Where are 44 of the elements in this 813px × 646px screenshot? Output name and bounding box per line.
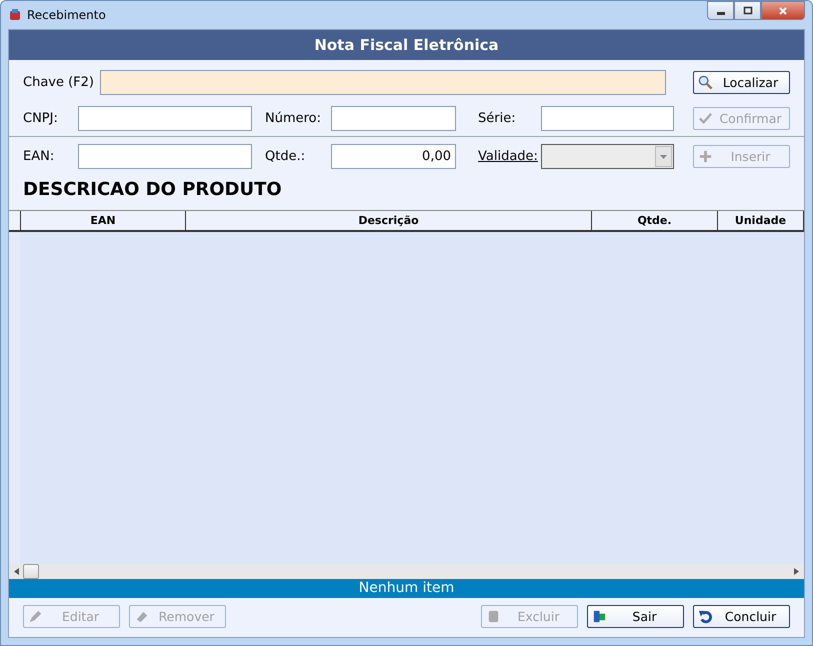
text-field[interactable] [78,106,252,131]
maximize-icon [742,6,752,16]
field-label: Número: [265,111,322,126]
field-label: Qtde.: [265,149,306,164]
column-header[interactable]: EAN [21,211,186,230]
check-icon [698,111,713,126]
text-field[interactable] [541,106,674,131]
scroll-right-icon[interactable] [794,568,799,575]
minimize-button[interactable] [707,1,734,20]
plus-icon [698,149,713,164]
field-label: CNPJ: [23,111,59,126]
door-icon [592,609,607,624]
pencil-icon [28,609,43,624]
status-bar: Nenhum item [9,579,804,598]
localizar-button[interactable]: Localizar [693,71,790,94]
app-icon [8,8,22,22]
search-icon [698,75,713,90]
action-button[interactable]: Concluir [693,605,790,628]
field-label: EAN: [23,149,56,164]
text-field[interactable] [331,106,456,131]
dropdown-arrow-icon [660,154,667,158]
form-header: Nota Fiscal Eletrônica [9,30,804,60]
window-title: Recebimento [27,8,106,22]
maximize-button[interactable] [734,1,761,20]
action-button[interactable]: Sair [587,605,684,628]
eraser-icon [134,609,149,624]
column-header[interactable]: Qtde. [592,211,718,230]
section-title: DESCRICAO DO PRODUTO [23,179,283,200]
close-icon [778,6,788,16]
trash-icon [486,609,501,624]
close-button[interactable] [761,1,805,20]
scroll-thumb[interactable] [23,564,39,579]
ean-field[interactable] [78,144,252,169]
horizontal-scrollbar[interactable] [9,564,804,579]
undo-arrow-icon [698,609,713,624]
field-label: Validade: [478,149,539,164]
minimize-icon [716,12,724,14]
scroll-left-icon[interactable] [14,568,19,575]
column-header[interactable]: Descrição [186,211,592,230]
chave-field[interactable] [100,70,666,95]
field-label: Série: [478,111,517,126]
field-label: Chave (F2) [23,75,94,90]
qtde-field[interactable]: 0,00 [331,144,456,169]
column-header[interactable]: Unidade [718,211,804,230]
